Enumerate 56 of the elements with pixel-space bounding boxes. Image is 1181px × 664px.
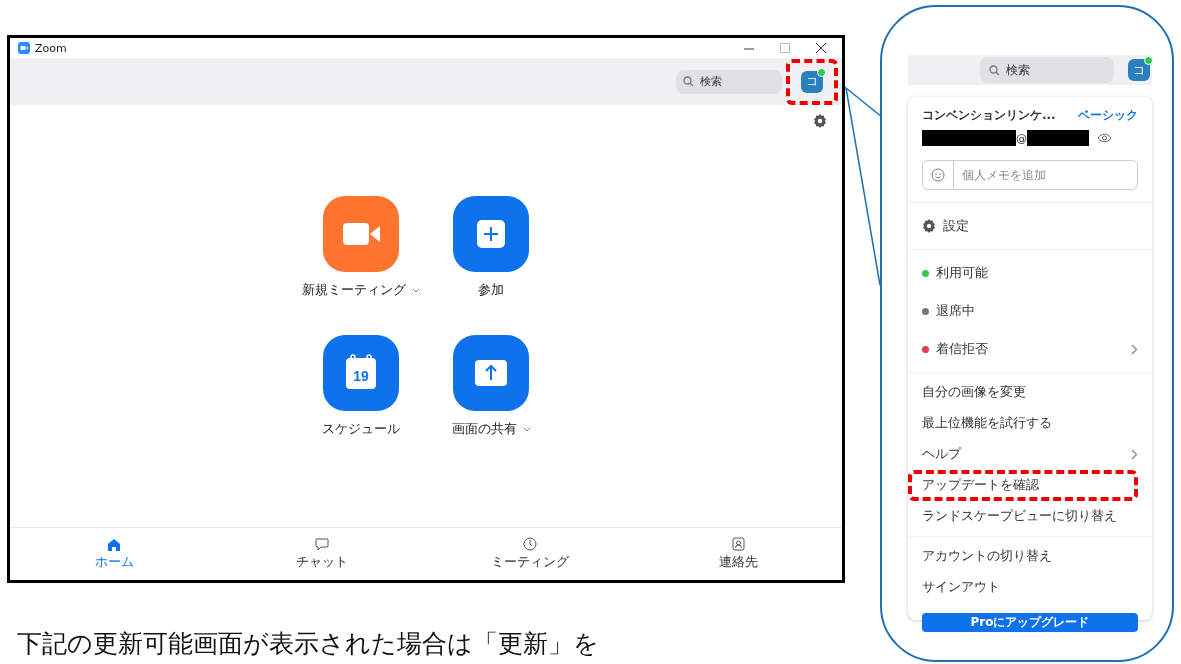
chat-icon (315, 537, 329, 551)
search-icon (989, 64, 1000, 76)
home-icon (107, 537, 121, 551)
upgrade-button[interactable]: Proにアップグレード (922, 613, 1138, 632)
nav-tab[interactable]: チャット (218, 528, 426, 580)
eye-icon[interactable] (1097, 133, 1112, 143)
note-field[interactable]: 個人メモを追加 (922, 160, 1138, 190)
menu-item[interactable]: ランドスケープビューに切り替え (908, 501, 1152, 532)
calendar-day: 19 (323, 368, 399, 384)
action-button[interactable]: 19 (323, 335, 399, 411)
action-button[interactable] (323, 196, 399, 272)
caption-text: 下記の更新可能画面が表示された場合は「更新」を (17, 629, 599, 658)
search-icon (683, 76, 694, 87)
window-title: Zoom (35, 41, 67, 55)
emoji-icon[interactable] (931, 168, 945, 182)
close-icon[interactable] (816, 43, 826, 53)
chevron-right-icon (1131, 449, 1138, 460)
menu-item[interactable]: 最上位機能を試行する (908, 408, 1152, 439)
nav-tab[interactable]: 連絡先 (634, 528, 842, 580)
action-button[interactable] (453, 196, 529, 272)
avatar[interactable]: コ (1128, 59, 1150, 81)
app-logo-icon (18, 42, 30, 54)
menu-item[interactable]: 設定 (908, 207, 1152, 245)
action-label: 画面の共有 (451, 420, 517, 438)
camera-icon (323, 196, 399, 272)
dropdown-caret-icon[interactable] (522, 426, 531, 432)
menu-item[interactable]: 着信拒否 (908, 330, 1152, 368)
share-icon (453, 335, 529, 411)
action-button[interactable] (453, 335, 529, 411)
settings-icon[interactable] (922, 219, 936, 233)
nav-tab[interactable]: ホーム (10, 528, 218, 580)
nav-tab[interactable]: ミーティング (426, 528, 634, 580)
menu-item[interactable]: アップデートを確認 (908, 470, 1138, 501)
profile-name: コンベンションリンケ... (922, 107, 1056, 124)
menu-item[interactable]: 利用可能 (908, 254, 1152, 292)
menu-item[interactable]: アカウントの切り替え (908, 541, 1152, 572)
menu-item[interactable]: ヘルプ (908, 439, 1152, 470)
menu-item[interactable]: 退席中 (908, 292, 1152, 330)
email-at-sign: @ (1016, 131, 1027, 145)
avatar[interactable]: コ (801, 70, 823, 93)
action-label: スケジュール (322, 420, 400, 438)
plan-label: ベーシック (1078, 107, 1138, 124)
search-field[interactable]: 検索 (676, 69, 782, 94)
redaction-bar (1027, 130, 1089, 146)
menu-item[interactable]: サインアウト (908, 572, 1152, 603)
search-field[interactable]: 検索 (980, 57, 1114, 83)
menu-item[interactable]: 自分の画像を変更 (908, 377, 1152, 408)
clock-icon (523, 537, 537, 551)
settings-icon[interactable] (813, 114, 827, 128)
dropdown-caret-icon[interactable] (412, 287, 420, 293)
calendar-icon (323, 335, 399, 411)
action-label: 参加 (478, 281, 504, 299)
chevron-right-icon (1131, 343, 1138, 355)
action-label: 新規ミーティング (302, 281, 406, 299)
contact-icon (731, 537, 745, 551)
plus-icon (453, 196, 529, 272)
